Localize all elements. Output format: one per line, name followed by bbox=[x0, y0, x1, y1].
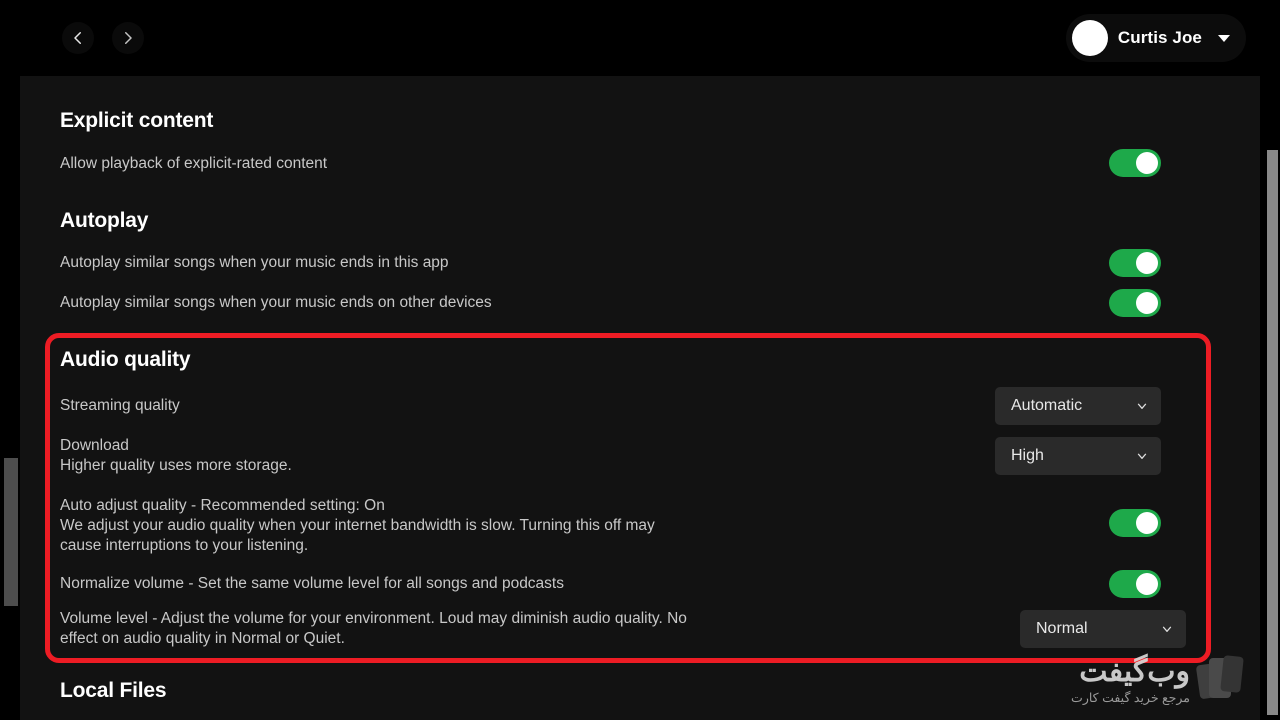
download-quality-label-block: Download Higher quality uses more storag… bbox=[60, 437, 292, 474]
dropdown-value: Normal bbox=[1036, 620, 1088, 637]
explicit-content-row-label: Allow playback of explicit-rated content bbox=[60, 155, 328, 172]
user-profile-menu[interactable]: Curtis Joe bbox=[1065, 14, 1246, 62]
toggle-track[interactable] bbox=[1109, 509, 1161, 537]
section-title-autoplay: Autoplay bbox=[60, 209, 149, 232]
settings-content-panel: Explicit content Allow playback of expli… bbox=[20, 76, 1260, 720]
chevron-right-icon bbox=[119, 29, 137, 47]
left-edge-scrollbar-thumb[interactable] bbox=[4, 458, 18, 606]
dropdown-value: High bbox=[1011, 447, 1044, 464]
top-navigation-bar: Curtis Joe bbox=[20, 0, 1280, 76]
card-shape bbox=[1195, 662, 1223, 700]
chevron-left-icon bbox=[69, 29, 87, 47]
download-quality-dropdown[interactable]: High bbox=[995, 437, 1161, 475]
back-button[interactable] bbox=[62, 22, 94, 54]
streaming-quality-dropdown[interactable]: Automatic bbox=[995, 387, 1161, 425]
toggle-track[interactable] bbox=[1109, 570, 1161, 598]
nav-button-group bbox=[62, 22, 144, 54]
chevron-down-icon bbox=[1218, 34, 1230, 42]
toggle-knob bbox=[1136, 573, 1158, 595]
normalize-volume-label: Normalize volume - Set the same volume l… bbox=[60, 575, 564, 592]
toggle-track[interactable] bbox=[1109, 289, 1161, 317]
user-name-label: Curtis Joe bbox=[1117, 28, 1202, 47]
autoplay-this-app-toggle[interactable] bbox=[1109, 249, 1161, 277]
chevron-down-icon bbox=[1160, 622, 1174, 636]
card-shape bbox=[1209, 658, 1231, 698]
card-shape bbox=[1220, 655, 1244, 693]
vertical-scrollbar-thumb[interactable] bbox=[1267, 150, 1278, 715]
autoplay-other-devices-label: Autoplay similar songs when your music e… bbox=[60, 294, 492, 311]
spotify-settings-window: Curtis Joe Explicit content Allow playba… bbox=[0, 0, 1280, 720]
toggle-knob bbox=[1136, 292, 1158, 314]
watermark: وب‌گیفت مرجع خرید گیفت کارت bbox=[1071, 650, 1244, 706]
auto-adjust-quality-block: Auto adjust quality - Recommended settin… bbox=[60, 497, 655, 554]
toggle-track[interactable] bbox=[1109, 149, 1161, 177]
volume-level-dropdown[interactable]: Normal bbox=[1020, 610, 1186, 648]
dropdown-control[interactable]: Automatic bbox=[995, 387, 1161, 425]
section-title-audio-quality: Audio quality bbox=[60, 348, 191, 371]
streaming-quality-label: Streaming quality bbox=[60, 397, 180, 414]
watermark-text: وب‌گیفت مرجع خرید گیفت کارت bbox=[1071, 656, 1190, 706]
gift-card-stack-icon bbox=[1195, 650, 1244, 702]
watermark-brand: وب‌گیفت bbox=[1079, 655, 1190, 688]
section-title-local-files: Local Files bbox=[60, 679, 167, 702]
dropdown-value: Automatic bbox=[1011, 397, 1083, 414]
watermark-tagline: مرجع خرید گیفت کارت bbox=[1071, 691, 1190, 705]
section-title-explicit-content: Explicit content bbox=[60, 109, 214, 132]
chevron-down-icon bbox=[1135, 449, 1149, 463]
toggle-knob bbox=[1136, 152, 1158, 174]
avatar bbox=[1071, 20, 1108, 56]
chevron-down-icon bbox=[1135, 399, 1149, 413]
normalize-volume-toggle[interactable] bbox=[1109, 570, 1161, 598]
dropdown-control[interactable]: High bbox=[995, 437, 1161, 475]
forward-button[interactable] bbox=[112, 22, 144, 54]
volume-level-block: Volume level - Adjust the volume for you… bbox=[60, 610, 687, 647]
toggle-track[interactable] bbox=[1109, 249, 1161, 277]
toggle-knob bbox=[1136, 512, 1158, 534]
explicit-content-toggle[interactable] bbox=[1109, 149, 1161, 177]
toggle-knob bbox=[1136, 252, 1158, 274]
autoplay-other-devices-toggle[interactable] bbox=[1109, 289, 1161, 317]
autoplay-this-app-label: Autoplay similar songs when your music e… bbox=[60, 254, 449, 271]
dropdown-control[interactable]: Normal bbox=[1020, 610, 1186, 648]
auto-adjust-quality-toggle[interactable] bbox=[1109, 509, 1161, 537]
